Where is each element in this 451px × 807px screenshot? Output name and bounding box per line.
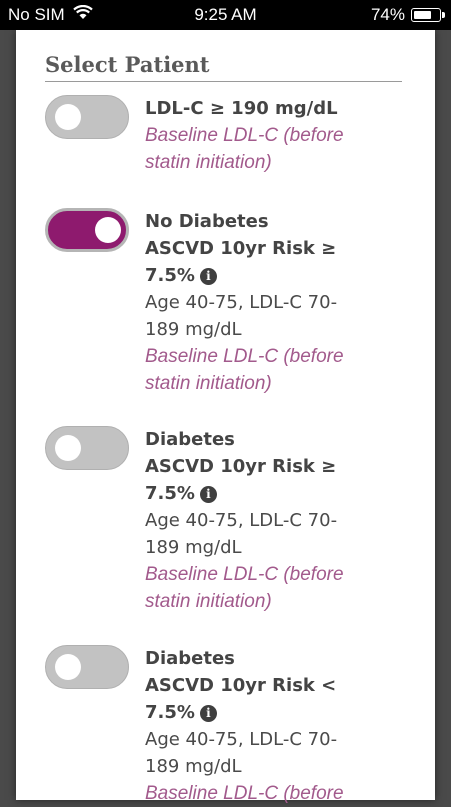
option-note: Baseline LDL-C (before [145, 780, 385, 807]
option-line-text: 189 mg/dL [145, 319, 242, 340]
option-line-text: ASCVD 10yr Risk < [145, 675, 337, 696]
toggle-knob [55, 104, 81, 130]
option-note: Baseline LDL-C (before [145, 561, 385, 588]
option-text: No Diabetes ASCVD 10yr Risk ≥ 7.5% i Age 40-… [145, 208, 385, 397]
patient-card: Select Patient LDL-C ≥ 190 mg/dL Baseline… [16, 30, 435, 804]
option-text: LDL-C ≥ 190 mg/dL Baseline LDL-C (before s… [145, 95, 385, 176]
toggle-knob [95, 217, 121, 243]
option-criteria: Age 40-75, LDL-C 70- [145, 289, 385, 316]
toggle-knob [55, 435, 81, 461]
option-heading: ASCVD 10yr Risk ≥ [145, 235, 385, 262]
option-line-text: Diabetes [145, 648, 235, 669]
battery-icon [411, 8, 445, 22]
option-heading: No Diabetes [145, 208, 385, 235]
option-line-text: Baseline LDL-C (before [145, 564, 344, 585]
option-line-text: statin initiation) [145, 591, 272, 612]
battery-percent: 74% [370, 5, 405, 24]
option-line-text: statin initiation) [145, 152, 272, 173]
option-note: statin initiation) [145, 370, 385, 397]
option-toggle[interactable] [45, 426, 129, 470]
title-divider [45, 81, 402, 82]
option-criteria: Age 40-75, LDL-C 70- [145, 726, 385, 753]
option-line-text: 189 mg/dL [145, 537, 242, 558]
option-line-text: Diabetes [145, 429, 235, 450]
option-heading: ASCVD 10yr Risk ≥ [145, 453, 385, 480]
option-line-text: Age 40-75, LDL-C 70- [145, 510, 338, 531]
option-text: Diabetes ASCVD 10yr Risk ≥ 7.5% i Age 40-75,… [145, 426, 385, 615]
option-heading: 7.5% i [145, 480, 385, 507]
option-line-text: ASCVD 10yr Risk ≥ [145, 238, 337, 259]
option-line-text: Baseline LDL-C (before [145, 783, 344, 804]
option-note: statin initiation) [145, 588, 385, 615]
option-heading: Diabetes [145, 645, 385, 672]
option-criteria: 189 mg/dL [145, 316, 385, 343]
option-heading: 7.5% i [145, 262, 385, 289]
option-criteria: Age 40-75, LDL-C 70- [145, 507, 385, 534]
status-bar: No SIM 9:25 AM 74% [0, 0, 451, 30]
info-icon[interactable]: i [199, 705, 217, 722]
option-note: Baseline LDL-C (before [145, 122, 385, 149]
option-line-text: ASCVD 10yr Risk ≥ [145, 456, 337, 477]
option-heading: 7.5% i [145, 699, 385, 726]
option-toggle[interactable] [45, 95, 129, 139]
section-title: Select Patient [45, 52, 210, 77]
option-line-text: Age 40-75, LDL-C 70- [145, 292, 338, 313]
option-line-text: 7.5% [145, 483, 195, 504]
option-criteria: 189 mg/dL [145, 534, 385, 561]
option-note: statin initiation) [145, 149, 385, 176]
option-note: Baseline LDL-C (before [145, 343, 385, 370]
option-text: Diabetes ASCVD 10yr Risk < 7.5% i Age 40-75,… [145, 645, 385, 807]
toggle-knob [55, 654, 81, 680]
option-line-text: Baseline LDL-C (before [145, 346, 344, 367]
status-right: 74% [370, 5, 445, 25]
option-line-text: statin initiation) [145, 373, 272, 394]
option-heading: Diabetes [145, 426, 385, 453]
option-line-text: Baseline LDL-C (before [145, 125, 344, 146]
option-heading: ASCVD 10yr Risk < [145, 672, 385, 699]
option-heading: LDL-C ≥ 190 mg/dL [145, 95, 385, 122]
option-line-text: LDL-C ≥ 190 mg/dL [145, 98, 338, 119]
option-line-text: 189 mg/dL [145, 756, 242, 777]
option-toggle[interactable] [45, 645, 129, 689]
option-line-text: No Diabetes [145, 211, 269, 232]
option-toggle[interactable] [45, 208, 129, 252]
option-line-text: 7.5% [145, 702, 195, 723]
info-icon[interactable]: i [199, 268, 217, 285]
option-line-text: Age 40-75, LDL-C 70- [145, 729, 338, 750]
option-criteria: 189 mg/dL [145, 753, 385, 780]
info-icon[interactable]: i [199, 486, 217, 503]
option-line-text: 7.5% [145, 265, 195, 286]
